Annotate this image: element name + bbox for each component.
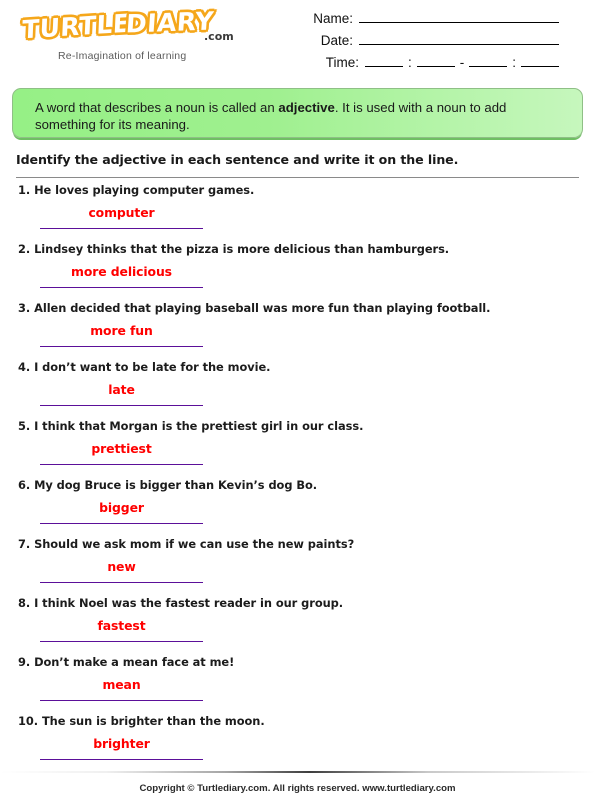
question-text: 8. I think Noel was the fastest reader i…	[18, 596, 344, 610]
question-text: 9. Don’t make a mean face at me!	[18, 655, 235, 669]
question-item: 4. I don’t want to be late for the movie…	[0, 360, 595, 419]
answer-text: brighter	[93, 736, 150, 751]
answer-text: late	[108, 382, 135, 397]
concept-note-box: A word that describes a noun is called a…	[12, 88, 583, 138]
name-input-line[interactable]	[359, 8, 559, 23]
question-text: 1. He loves playing computer games.	[18, 183, 255, 197]
answer-field[interactable]: bigger	[40, 500, 203, 524]
time-colon-1: :	[407, 55, 412, 70]
answer-text: new	[107, 559, 136, 574]
answer-text: mean	[102, 677, 141, 692]
question-text: 10. The sun is brighter than the moon.	[18, 714, 265, 728]
question-item: 3. Allen decided that playing baseball w…	[0, 301, 595, 360]
answer-line	[40, 522, 203, 524]
date-input-line[interactable]	[359, 30, 559, 45]
answer-line	[40, 581, 203, 583]
answer-field[interactable]: computer	[40, 205, 203, 229]
time-start-hour-line[interactable]	[364, 52, 403, 67]
question-item: 7. Should we ask mom if we can use the n…	[0, 537, 595, 596]
answer-text: more fun	[90, 323, 153, 338]
answer-field[interactable]: fastest	[40, 618, 203, 642]
answer-field[interactable]: more delicious	[40, 264, 203, 288]
question-text: 2. Lindsey thinks that the pizza is more…	[18, 242, 450, 256]
logo-tagline: Re-Imagination of learning	[58, 50, 187, 62]
answer-field[interactable]: late	[40, 382, 203, 406]
question-item: 9. Don’t make a mean face at me! mean	[0, 655, 595, 714]
logo-dotcom-suffix: .com	[204, 30, 234, 43]
answer-field[interactable]: prettiest	[40, 441, 203, 465]
question-item: 8. I think Noel was the fastest reader i…	[0, 596, 595, 655]
time-colon-2: :	[512, 55, 516, 70]
answer-line	[40, 699, 203, 701]
student-info-fields: Name: Date: Time: : - :	[313, 8, 559, 74]
name-field-row: Name:	[313, 8, 559, 30]
question-item: 2. Lindsey thinks that the pizza is more…	[0, 242, 595, 301]
logo-wordmark: TURTLE DIARY .com	[20, 5, 234, 48]
date-field-row: Date:	[313, 30, 559, 52]
answer-text: computer	[88, 205, 155, 220]
concept-note-text: A word that describes a noun is called a…	[35, 99, 566, 133]
note-text-part-1: A word that describes a noun is called a…	[35, 100, 279, 115]
question-list: 1. He loves playing computer games. compu…	[0, 183, 595, 773]
answer-field[interactable]: brighter	[40, 736, 203, 760]
answer-line	[40, 404, 203, 406]
answer-field[interactable]: mean	[40, 677, 203, 701]
answer-line	[40, 758, 203, 760]
name-label: Name:	[313, 11, 353, 26]
question-text: 6. My dog Bruce is bigger than Kevin’s d…	[18, 478, 318, 492]
question-item: 10. The sun is brighter than the moon. br…	[0, 714, 595, 773]
question-text: 5. I think that Morgan is the prettiest …	[18, 419, 364, 433]
date-label: Date:	[320, 33, 353, 48]
copyright-footer: Copyright © Turtlediary.com. All rights …	[139, 783, 456, 794]
logo-word-turtle: TURTLE	[20, 7, 133, 46]
answer-text: prettiest	[91, 441, 152, 456]
question-item: 5. I think that Morgan is the prettiest …	[0, 419, 595, 478]
answer-line	[40, 227, 203, 229]
question-text: 7. Should we ask mom if we can use the n…	[18, 537, 355, 551]
time-field-row: Time: : - :	[313, 52, 559, 74]
time-dash: -	[459, 55, 465, 70]
time-label: Time:	[325, 55, 359, 70]
worksheet-header: TURTLE DIARY .com Re-Imagination of lear…	[0, 0, 595, 84]
answer-line	[40, 286, 203, 288]
instruction-divider	[16, 177, 579, 178]
footer-divider	[0, 771, 595, 773]
answer-line	[40, 345, 203, 347]
answer-text: more delicious	[71, 264, 172, 279]
question-text: 4. I don’t want to be late for the movie…	[18, 360, 271, 374]
logo-word-diary: DIARY	[123, 5, 216, 40]
answer-field[interactable]: more fun	[40, 323, 203, 347]
answer-field[interactable]: new	[40, 559, 203, 583]
note-bold-term: adjective	[278, 100, 335, 115]
time-end-minute-line[interactable]	[521, 52, 559, 67]
time-start-minute-line[interactable]	[416, 52, 455, 67]
answer-line	[40, 640, 203, 642]
time-end-hour-line[interactable]	[469, 52, 508, 67]
answer-line	[40, 463, 203, 465]
answer-text: fastest	[97, 618, 146, 633]
question-item: 1. He loves playing computer games. compu…	[0, 183, 595, 242]
turtle-diary-logo[interactable]: TURTLE DIARY .com Re-Imagination of lear…	[20, 5, 234, 62]
worksheet-instruction: Identify the adjective in each sentence …	[16, 152, 459, 167]
question-item: 6. My dog Bruce is bigger than Kevin’s d…	[0, 478, 595, 537]
answer-text: bigger	[99, 500, 144, 515]
question-text: 3. Allen decided that playing baseball w…	[18, 301, 491, 315]
